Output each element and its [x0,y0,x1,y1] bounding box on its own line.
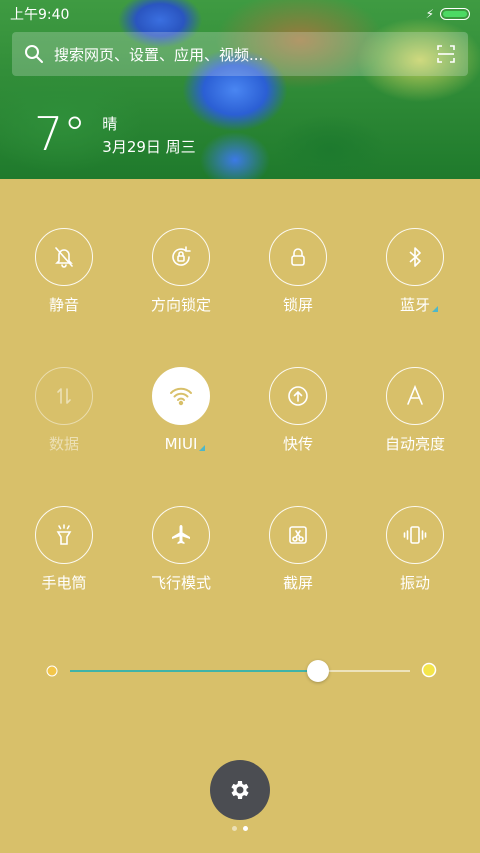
scan-icon[interactable] [436,44,456,64]
toggle-label: 振动 [399,574,430,592]
weather-temperature: 7° [34,107,87,161]
brightness-fill [70,670,319,672]
sun-bright-icon [421,662,437,678]
status-icons: ⚡ [426,7,470,21]
toggle-label: 截屏 [282,574,313,592]
page-dot [232,826,237,831]
wifi-icon [170,387,192,406]
toggle-screenshot[interactable]: 截屏 [248,506,348,593]
scissors-icon [289,526,307,544]
toggle-bluetooth[interactable]: 蓝牙 [365,228,465,315]
brightness-thumb[interactable] [307,660,330,682]
weather-condition: 晴 [102,115,118,133]
upload-circle-icon [288,386,308,406]
status-time: 上午9:40 [10,7,70,23]
toggle-lock-screen[interactable]: 锁屏 [248,228,348,315]
letter-a-icon [407,384,423,405]
settings-button[interactable] [210,760,270,820]
toggle-label: 快传 [282,435,313,453]
toggle-vibrate[interactable]: 振动 [365,506,465,593]
search-placeholder: 搜索网页、设置、应用、视频... [54,45,264,64]
gear-icon [231,781,249,799]
toggle-label: 自动亮度 [384,435,445,453]
toggle-label: 手电筒 [41,574,87,592]
brightness-track[interactable] [70,670,410,672]
toggle-airplane-mode[interactable]: 飞行模式 [131,506,231,593]
toggle-label: 方向锁定 [150,296,211,314]
toggle-label: 锁屏 [282,296,313,314]
toggle-auto-brightness[interactable]: 自动亮度 [365,367,465,454]
toggle-flashlight[interactable]: 手电筒 [14,506,114,593]
battery-icon [440,8,470,20]
toggle-label: 蓝牙 [400,295,438,315]
wallpaper-header: 上午9:40 ⚡ 搜索网页、设置、应用、视频... 7° 晴 3月29日 周三 [0,0,480,179]
weather-date: 3月29日 周三 [102,138,196,156]
expand-indicator [199,445,206,451]
toggle-label: 数据 [48,435,79,453]
flashlight-icon [56,524,72,545]
bell-off-icon [55,247,73,268]
toggle-wifi[interactable]: MIUI [131,367,231,454]
status-bar: 上午9:40 ⚡ [0,0,480,28]
airplane-icon [172,525,190,544]
weather-widget[interactable]: 7° 晴 3月29日 周三 [34,108,196,160]
charging-icon: ⚡ [425,7,434,21]
search-bar[interactable]: 搜索网页、设置、应用、视频... [12,32,468,76]
search-icon [25,45,43,63]
sun-dim-icon [46,665,58,677]
brightness-slider[interactable] [40,655,440,685]
toggle-rotation-lock[interactable]: 方向锁定 [131,228,231,315]
data-arrows-icon [57,388,71,404]
page-indicator [0,826,480,831]
vibrate-icon [403,526,427,544]
toggle-label: 飞行模式 [150,574,211,592]
page-dot [243,826,248,831]
toggle-quick-share[interactable]: 快传 [248,367,348,454]
toggle-mute[interactable]: 静音 [14,228,114,315]
lock-icon [291,248,305,266]
expand-indicator [432,306,438,312]
toggle-label: 静音 [48,296,79,314]
toggle-label: MIUI [165,434,206,454]
bluetooth-icon [409,247,421,267]
rotation-lock-icon [172,246,191,266]
toggle-mobile-data[interactable]: 数据 [14,367,114,454]
